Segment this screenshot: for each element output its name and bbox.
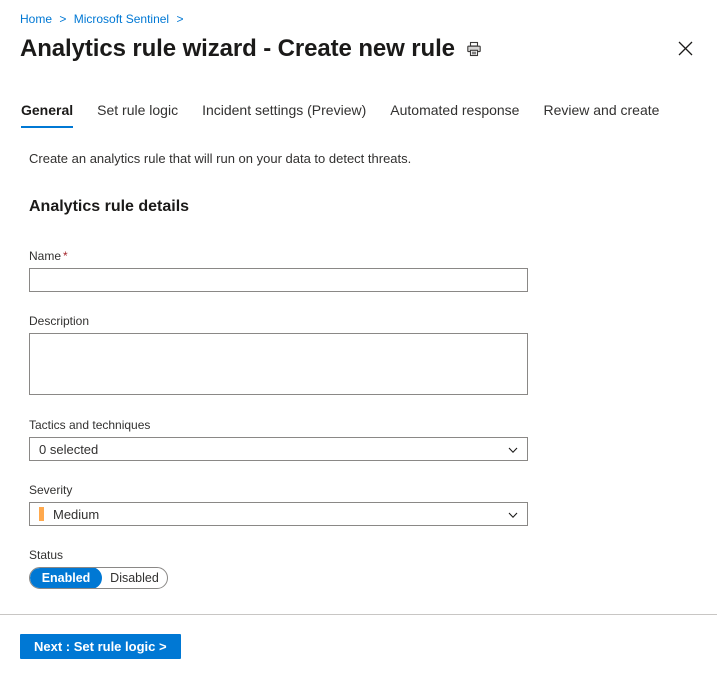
breadcrumb-item-home[interactable]: Home bbox=[20, 12, 52, 26]
form-panel: Create an analytics rule that will run o… bbox=[29, 150, 701, 589]
description-label: Description bbox=[29, 314, 90, 328]
status-toggle[interactable]: Enabled Disabled bbox=[29, 567, 168, 589]
tab-general[interactable]: General bbox=[9, 96, 85, 130]
intro-text: Create an analytics rule that will run o… bbox=[29, 151, 412, 166]
breadcrumb-separator: > bbox=[59, 12, 67, 26]
description-input[interactable] bbox=[29, 333, 528, 395]
tab-bar: General Set rule logic Incident settings… bbox=[9, 96, 717, 132]
next-set-rule-logic-button[interactable]: Next : Set rule logic > bbox=[20, 634, 181, 659]
name-input[interactable] bbox=[29, 268, 528, 292]
status-toggle-option-disabled[interactable]: Disabled bbox=[102, 568, 167, 588]
breadcrumb-separator-trailing: > bbox=[176, 12, 184, 26]
tab-review-and-create-label: Review and create bbox=[543, 102, 660, 118]
header: Analytics rule wizard - Create new rule bbox=[20, 32, 701, 72]
chevron-down-icon bbox=[507, 508, 519, 520]
tab-general-label: General bbox=[21, 102, 74, 118]
print-button[interactable] bbox=[460, 36, 488, 64]
severity-label: Severity bbox=[29, 483, 73, 497]
tab-set-rule-logic[interactable]: Set rule logic bbox=[85, 96, 190, 130]
tab-automated-response-label: Automated response bbox=[390, 102, 520, 118]
severity-color-swatch bbox=[39, 507, 44, 521]
name-label: Name * bbox=[29, 248, 701, 264]
field-name: Name * bbox=[29, 248, 701, 292]
status-toggle-option-enabled[interactable]: Enabled bbox=[30, 568, 102, 588]
tab-incident-settings-label: Incident settings (Preview) bbox=[202, 102, 367, 118]
tab-set-rule-logic-label: Set rule logic bbox=[97, 102, 179, 118]
status-label: Status bbox=[29, 548, 64, 562]
field-description: Description bbox=[29, 313, 701, 395]
name-required-marker: * bbox=[63, 249, 68, 263]
close-button[interactable] bbox=[669, 34, 701, 66]
tab-incident-settings[interactable]: Incident settings (Preview) bbox=[190, 96, 378, 130]
tab-review-and-create[interactable]: Review and create bbox=[531, 96, 671, 130]
field-tactics-and-techniques: Tactics and techniques 0 selected bbox=[29, 417, 701, 461]
tactics-selected-value: 0 selected bbox=[39, 441, 99, 457]
page-title: Analytics rule wizard - Create new rule bbox=[20, 35, 455, 62]
severity-selected-value: Medium bbox=[53, 506, 100, 522]
section-heading: Analytics rule details bbox=[29, 198, 190, 215]
tab-automated-response[interactable]: Automated response bbox=[378, 96, 531, 130]
footer-divider bbox=[0, 614, 717, 615]
field-severity: Severity Medium bbox=[29, 482, 701, 526]
severity-select[interactable]: Medium bbox=[29, 502, 528, 526]
name-label-text: Name bbox=[29, 249, 62, 263]
chevron-down-icon bbox=[507, 443, 519, 455]
breadcrumb-item-microsoft-sentinel[interactable]: Microsoft Sentinel bbox=[74, 12, 169, 26]
printer-icon bbox=[466, 41, 482, 60]
tactics-select[interactable]: 0 selected bbox=[29, 437, 528, 461]
close-icon bbox=[678, 41, 693, 59]
tactics-label: Tactics and techniques bbox=[29, 418, 151, 432]
breadcrumb: Home > Microsoft Sentinel > bbox=[20, 11, 187, 27]
field-status: Status Enabled Disabled bbox=[29, 547, 701, 589]
